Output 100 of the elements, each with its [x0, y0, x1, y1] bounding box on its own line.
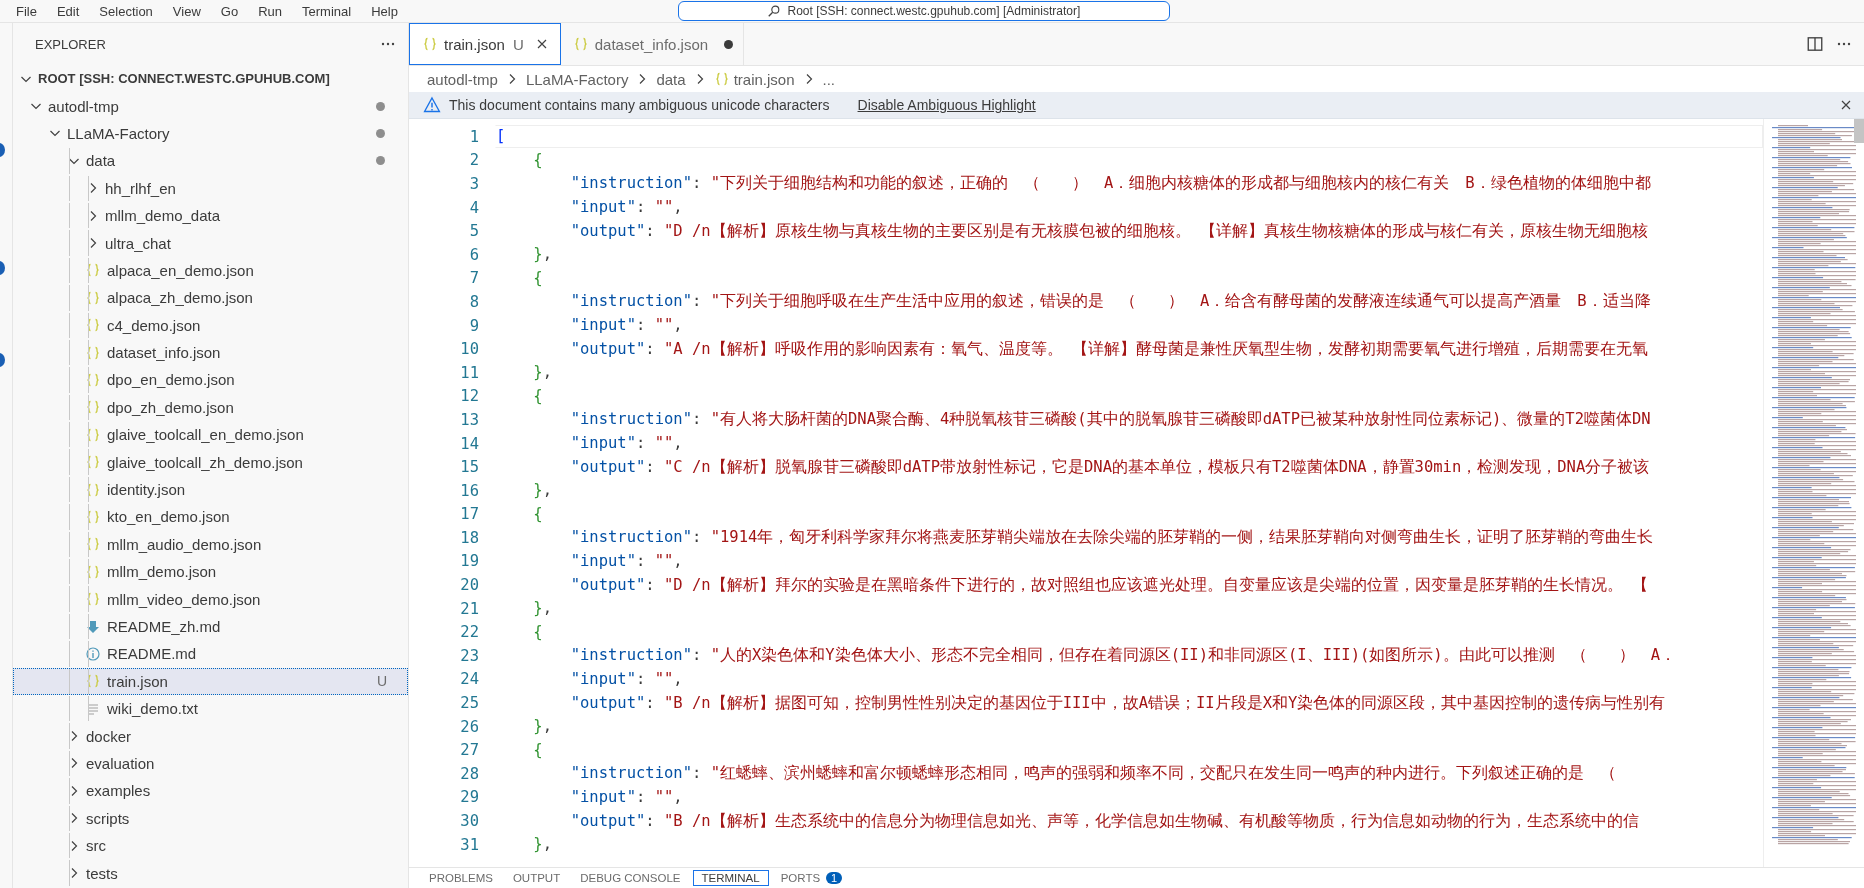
file-row[interactable]: kto_en_demo.json [13, 503, 408, 531]
menu-item[interactable]: Help [361, 3, 408, 19]
file-row[interactable]: mllm_demo.json [13, 558, 408, 586]
scrollbar-thumb[interactable] [1854, 119, 1864, 143]
line-number: 30 [459, 812, 480, 830]
menu-item[interactable]: Edit [46, 3, 90, 19]
file-row[interactable]: alpaca_zh_demo.json [13, 284, 408, 312]
git-status: U [376, 673, 387, 690]
search-icon [767, 4, 782, 18]
folder-row[interactable]: examples [13, 777, 408, 805]
file-row[interactable]: mllm_audio_demo.json [13, 530, 408, 559]
code-line: "output": "B /n【解析】据图可知，控制男性性别决定的基因位于III中，故A错误；II片段是X和Y染色体的同源区段，其中基因控制的遗传病与性别有 [569, 692, 1667, 714]
line-number: 11 [459, 363, 480, 382]
menu-item[interactable]: Selection [89, 3, 163, 19]
panel-tab[interactable]: PORTS 1 [772, 871, 851, 885]
line-number: 29 [459, 788, 480, 807]
folder-row[interactable]: mllm_demo_data [13, 201, 408, 230]
menu-item[interactable]: Terminal [292, 3, 362, 19]
menu-item[interactable]: Run [248, 3, 292, 19]
menu-item[interactable]: Go [210, 3, 249, 19]
unsaved-dot [724, 39, 734, 49]
line-number: 16 [459, 481, 480, 500]
line-number: 21 [459, 599, 480, 618]
banner-link[interactable]: Disable Ambiguous Highlight [857, 97, 1036, 113]
folder-row[interactable]: tests [13, 859, 408, 887]
line-number: 24 [459, 670, 480, 689]
menu-item[interactable]: File [6, 3, 47, 19]
line-number: 12 [459, 387, 480, 406]
sidebar-title: EXPLORER [35, 36, 106, 52]
breadcrumb-item[interactable]: data [656, 70, 686, 88]
file-row[interactable]: train.json U [13, 667, 408, 695]
panel-tab[interactable]: OUTPUT [504, 871, 569, 885]
code-line: [ [495, 125, 1763, 149]
line-number: 9 [468, 316, 480, 335]
line-number: 18 [459, 528, 480, 547]
tree-section-header[interactable]: ROOT [SSH: CONNECT.WESTC.GPUHUB.COM] [13, 65, 408, 93]
line-number: 2 [468, 151, 480, 170]
panel-tab[interactable]: DEBUG CONSOLE [572, 871, 689, 885]
file-row[interactable]: c4_demo.json [13, 311, 408, 339]
minimap[interactable] [1763, 119, 1864, 867]
panel-tab[interactable]: TERMINAL [692, 870, 769, 886]
folder-row[interactable]: docker [13, 722, 408, 750]
line-number: 1 [468, 127, 480, 146]
code-line: "output": "D /n【解析】原核生物与真核生物的主要区别是有无核膜包被的细胞核。 【详解】真核生物核糖体的形成与核仁有关，原核生物无细胞核 [569, 220, 1649, 242]
code-line: }, [532, 362, 553, 384]
file-row[interactable]: glaive_toolcall_zh_demo.json [13, 448, 408, 476]
editor-tab[interactable]: train.json U [409, 23, 561, 65]
folder-row[interactable]: src [13, 831, 408, 860]
line-number: 26 [459, 717, 480, 736]
file-row[interactable]: glaive_toolcall_en_demo.json [13, 421, 408, 449]
code-line: { [532, 503, 544, 525]
folder-row[interactable]: ultra_chat [13, 229, 408, 257]
file-row[interactable]: dataset_info.json [13, 338, 408, 367]
line-number: 25 [459, 694, 480, 713]
file-row[interactable]: README_zh.md [13, 612, 408, 641]
line-number: 15 [459, 458, 480, 477]
folder-row[interactable]: autodl-tmp [13, 92, 408, 120]
line-number: 23 [459, 646, 480, 665]
breadcrumb-item[interactable]: autodl-tmp [427, 70, 498, 88]
menu-item[interactable]: View [162, 3, 211, 19]
folder-row[interactable]: evaluation [13, 749, 408, 778]
code-line: "input": "", [569, 786, 684, 808]
line-number: 20 [459, 576, 480, 595]
code-line: }, [532, 834, 553, 856]
code-line: { [532, 621, 544, 643]
line-number: 22 [459, 623, 480, 642]
line-number: 28 [459, 764, 480, 783]
line-number: 4 [468, 198, 480, 217]
folder-row[interactable]: scripts [13, 804, 408, 832]
folder-row[interactable]: hh_rlhf_en [13, 174, 408, 202]
code-line: { [532, 739, 544, 761]
file-row[interactable]: dpo_zh_demo.json [13, 393, 408, 422]
file-row[interactable]: mllm_video_demo.json [13, 585, 408, 613]
line-number: 10 [459, 340, 480, 359]
code-line: }, [532, 244, 553, 266]
panel-tab[interactable]: PROBLEMS [421, 871, 501, 885]
split-editor-icon[interactable] [1806, 35, 1824, 53]
code-line: "input": "", [569, 433, 684, 454]
breadcrumb-item[interactable]: ... [822, 70, 835, 88]
code-line: }, [532, 598, 553, 620]
count-badge: 1 [826, 872, 843, 884]
file-row[interactable]: alpaca_en_demo.json [13, 256, 408, 285]
code-line: "instruction": "下列关于细胞结构和功能的叙述，正确的 （ ） A．细胞内核糖体的形成都与细胞核内的核仁有关 B．绿色植物的体细胞中都 [569, 173, 1652, 195]
line-number: 27 [459, 741, 480, 760]
file-row[interactable]: dpo_en_demo.json [13, 366, 408, 394]
code-line: "output": "B /n【解析】生态系统中的信息分为物理信息如光、声等，化学信息如生物碱、有机酸等物质，行为信息如动物的行为，生态系统中的信 [569, 810, 1640, 832]
breadcrumb-item[interactable]: train.json [733, 70, 795, 88]
file-row[interactable]: identity.json [13, 475, 408, 504]
file-row[interactable]: wiki_demo.txt [13, 695, 408, 723]
folder-row[interactable]: LLaMA-Factory [13, 119, 408, 148]
line-number: 13 [459, 410, 480, 429]
breadcrumb-item[interactable]: LLaMA-Factory [525, 70, 629, 88]
line-number: 7 [468, 269, 480, 288]
line-number: 3 [468, 175, 480, 193]
code-line: "input": "", [569, 551, 684, 572]
file-row[interactable]: README.md [13, 640, 408, 668]
code-line: "instruction": "1914年，匈牙利科学家拜尔将燕麦胚芽鞘尖端放在去除尖端的胚芽鞘的一侧，结果胚芽鞘向对侧弯曲生长，证明了胚芽鞘的弯曲生长 [569, 527, 1655, 549]
line-number: 17 [459, 505, 480, 524]
command-center[interactable]: Root [SSH: connect.westc.gpuhub.com] [Administrator] [677, 1, 1170, 21]
folder-row[interactable]: data [13, 147, 408, 175]
